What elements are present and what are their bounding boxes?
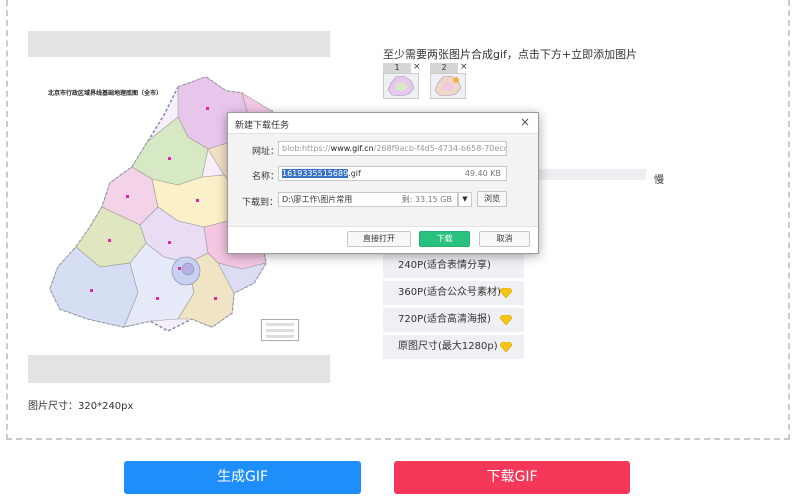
browse-button[interactable]: 浏览 — [477, 191, 507, 207]
frame-number: 2 — [430, 63, 458, 73]
vip-diamond-icon — [500, 342, 512, 352]
save-to-label: 下载到： — [242, 198, 279, 208]
size-option-original[interactable]: 原图尺寸(最大1280p) — [383, 335, 524, 359]
frame-thumbnail[interactable]: 2 × — [430, 62, 468, 99]
close-icon[interactable]: × — [520, 115, 530, 129]
vip-diamond-icon — [500, 288, 512, 298]
speed-slider[interactable] — [530, 169, 646, 180]
filename-field[interactable]: 1619335515689.gif 49.40 KB — [278, 166, 507, 181]
url-prefix: blob:https:// — [282, 144, 331, 153]
cancel-button[interactable]: 取消 — [479, 231, 530, 247]
map-title: 北京市行政区域界线基础地理底图（全市） — [48, 90, 163, 97]
speed-label: 慢 — [654, 175, 664, 186]
add-images-hint: 至少需要两张图片合成gif，点击下方+立即添加图片 — [383, 48, 638, 61]
chevron-down-icon[interactable]: ▼ — [458, 192, 472, 207]
url-suffix: /268f9acb-f4d5-4734-b658-70ecd7f — [373, 144, 507, 153]
vip-diamond-icon — [500, 315, 512, 325]
url-host: www.gif.cn — [330, 144, 374, 153]
url-label: 网址： — [252, 147, 280, 157]
dialog-body: 网址： blob:https://www.gif.cn/268f9acb-f4d… — [228, 133, 538, 227]
frame-image — [383, 73, 419, 99]
map-legend — [261, 319, 299, 341]
save-path-field[interactable]: D:\廖工作\图片常用 剩: 33.15 GB — [278, 192, 458, 207]
name-label: 名称： — [252, 172, 280, 182]
dialog-title: 新建下载任务 — [235, 121, 290, 131]
frame-number: 1 — [383, 63, 411, 73]
download-gif-button[interactable]: 下载GIF — [394, 461, 630, 494]
generate-gif-button[interactable]: 生成GIF — [124, 461, 361, 494]
size-option-360p[interactable]: 360P(适合公众号素材) — [383, 281, 524, 305]
free-space: 剩: 33.15 GB — [401, 195, 452, 204]
filename-ext: .gif — [348, 169, 361, 178]
size-option-label: 240P(适合表情分享) — [398, 260, 491, 271]
size-option-240p[interactable]: 240P(适合表情分享) — [383, 254, 524, 278]
filename-selected: 1619335515689 — [282, 169, 349, 178]
dialog-download-button[interactable]: 下载 — [419, 231, 470, 247]
new-download-dialog: 新建下载任务 × 网址： blob:https://www.gif.cn/268… — [227, 112, 539, 254]
save-path: D:\廖工作\图片常用 — [282, 195, 353, 204]
frame-image — [430, 73, 466, 99]
file-size: 49.40 KB — [464, 169, 501, 178]
remove-frame-icon[interactable]: × — [460, 62, 468, 72]
image-size-label: 图片尺寸：320*240px — [28, 401, 134, 412]
url-field[interactable]: blob:https://www.gif.cn/268f9acb-f4d5-47… — [278, 141, 507, 156]
open-direct-button[interactable]: 直接打开 — [347, 231, 411, 247]
size-option-720p[interactable]: 720P(适合高清海报) — [383, 308, 524, 332]
frame-thumbnail[interactable]: 1 × — [383, 62, 421, 99]
size-option-label: 原图尺寸(最大1280p) — [398, 341, 498, 352]
size-option-label: 720P(适合高清海报) — [398, 314, 491, 325]
remove-frame-icon[interactable]: × — [413, 62, 421, 72]
size-option-label: 360P(适合公众号素材) — [398, 287, 501, 298]
